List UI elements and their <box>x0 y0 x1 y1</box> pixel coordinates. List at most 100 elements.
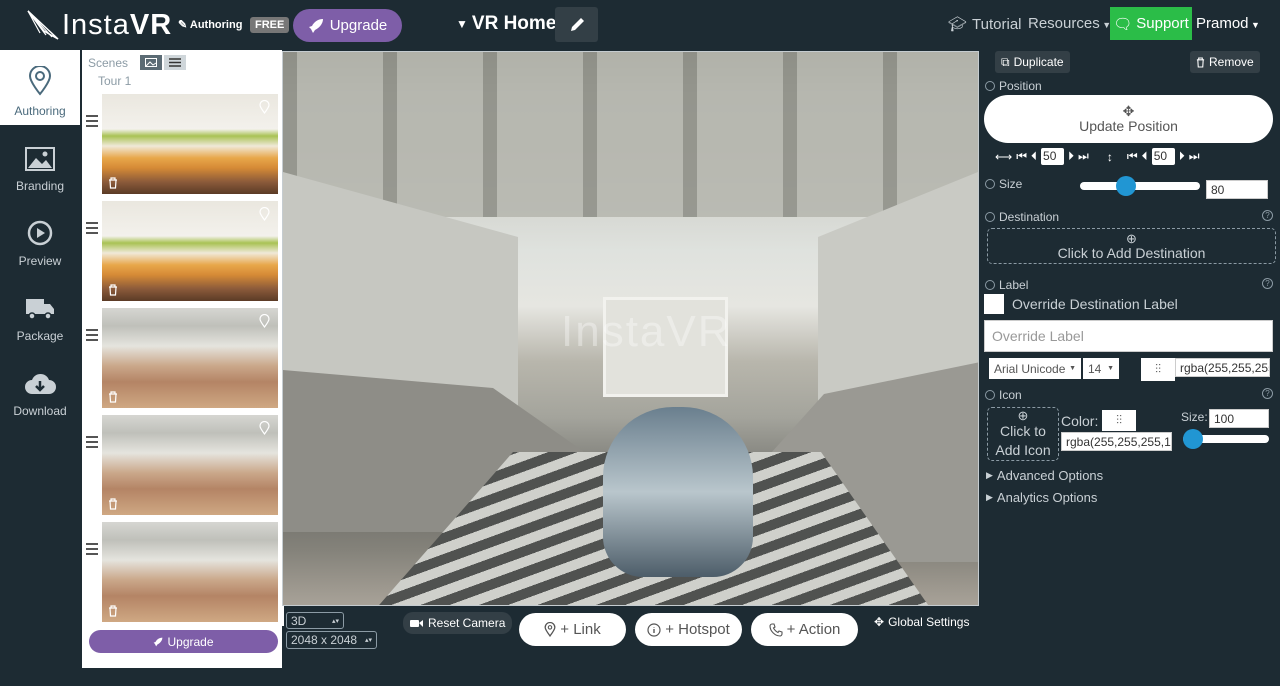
nav-branding[interactable]: Branding <box>0 125 80 200</box>
slider-knob[interactable] <box>1183 429 1203 449</box>
resolution-select[interactable]: 2048 x 2048 ▴▾ <box>286 631 377 649</box>
drag-handle-icon[interactable] <box>86 222 98 237</box>
icon-color-picker-button[interactable]: ⫶⫶ <box>1102 410 1136 431</box>
trash-icon[interactable] <box>108 498 118 510</box>
scene-item-active[interactable] <box>82 522 284 626</box>
position-section-label[interactable]: Position <box>985 79 1042 93</box>
scene-item[interactable] <box>82 415 284 519</box>
drag-handle-icon[interactable] <box>86 436 98 451</box>
drag-handle-icon[interactable] <box>86 115 98 130</box>
trash-icon[interactable] <box>108 177 118 189</box>
size-input[interactable]: 80 <box>1206 180 1268 199</box>
step-back-icon[interactable]: ⏴ <box>1031 149 1037 164</box>
caret-down-icon: ▼ <box>1107 365 1114 372</box>
scene-thumbnail[interactable] <box>102 201 278 301</box>
label-color-input[interactable]: rgba(255,255,255,1) <box>1175 358 1270 377</box>
image-icon <box>145 58 158 67</box>
font-family-select[interactable]: Arial Unicode ▼ <box>989 358 1081 379</box>
scene-item[interactable] <box>82 308 284 412</box>
sliders-icon: ⫶⫶ <box>1115 413 1122 427</box>
viewer-watermark: InstaVR <box>561 307 732 356</box>
override-label-input[interactable]: Override Label <box>984 320 1273 352</box>
remove-button[interactable]: Remove <box>1190 51 1260 73</box>
user-menu[interactable]: Pramod ▼ <box>1196 15 1260 32</box>
icon-section-label[interactable]: Icon <box>985 388 1022 402</box>
resources-menu[interactable]: Resources ▼ <box>1028 15 1111 32</box>
view-mode-select[interactable]: 3D ▴▾ <box>286 612 344 629</box>
slider-knob[interactable] <box>1116 176 1136 196</box>
move-arrows-icon: ✥ <box>874 615 885 629</box>
truck-icon <box>26 299 54 320</box>
duplicate-button[interactable]: ⧉ Duplicate <box>995 51 1070 73</box>
nav-package[interactable]: Package <box>0 275 80 350</box>
add-action-button[interactable]: + Action <box>751 613 858 646</box>
global-settings-button[interactable]: ✥ Global Settings <box>874 615 969 629</box>
map-pin-icon[interactable] <box>259 207 270 221</box>
nav-preview[interactable]: Preview <box>0 200 80 275</box>
project-selector[interactable]: ▼ VR Home <box>456 13 556 35</box>
logo-text: InstaVR <box>62 8 173 41</box>
grid-view-button[interactable] <box>140 55 163 70</box>
scene-item[interactable] <box>82 201 284 305</box>
advanced-options-toggle[interactable]: ▶ Advanced Options <box>986 468 1103 483</box>
nav-authoring[interactable]: Authoring <box>0 50 80 125</box>
panorama-viewer[interactable]: InstaVR <box>282 51 979 606</box>
check-circle-icon <box>985 179 995 189</box>
rocket-icon <box>154 637 163 646</box>
help-icon[interactable]: ? <box>1262 210 1273 221</box>
map-pin-icon <box>544 622 556 637</box>
plan-badge: FREE <box>250 17 290 33</box>
list-view-button[interactable] <box>164 55 187 70</box>
trash-icon[interactable] <box>108 605 118 617</box>
scene-thumbnail[interactable] <box>102 308 278 408</box>
analytics-options-toggle[interactable]: ▶ Analytics Options <box>986 490 1097 505</box>
label-color-picker-button[interactable]: ⫶⫶ <box>1141 358 1175 381</box>
add-destination-dropzone[interactable]: ⊕ Click to Add Destination <box>987 228 1276 264</box>
upgrade-button[interactable]: Upgrade <box>293 9 402 42</box>
map-pin-icon[interactable] <box>259 100 270 114</box>
icon-size-slider[interactable] <box>1183 429 1269 449</box>
step-back-icon[interactable]: ⏴ <box>1142 149 1148 164</box>
help-icon[interactable]: ? <box>1262 388 1273 399</box>
destination-section-label[interactable]: Destination <box>985 210 1059 224</box>
size-slider[interactable] <box>1080 176 1200 196</box>
add-hotspot-button[interactable]: + Hotspot <box>635 613 742 646</box>
scene-thumbnail[interactable] <box>102 522 278 622</box>
help-icon[interactable]: ? <box>1262 278 1273 289</box>
label-section-label[interactable]: Label <box>985 278 1028 292</box>
step-forward-icon[interactable]: ⏵ <box>1068 149 1074 164</box>
edit-project-button[interactable] <box>555 7 598 42</box>
horizontal-position-input[interactable]: 50 <box>1041 148 1065 165</box>
map-pin-icon[interactable] <box>259 421 270 435</box>
map-pin-icon[interactable] <box>259 314 270 328</box>
add-icon-dropzone[interactable]: ⊕ Click to Add Icon <box>987 407 1059 461</box>
font-size-select[interactable]: 14 ▼ <box>1083 358 1119 379</box>
vertical-position-input[interactable]: 50 <box>1151 148 1175 165</box>
instavr-logo[interactable]: InstaVR <box>26 9 172 41</box>
check-circle-icon <box>985 212 995 222</box>
reset-camera-button[interactable]: Reset Camera <box>403 612 513 634</box>
step-forward-icon[interactable]: ⏵ <box>1179 149 1185 164</box>
size-section-label[interactable]: Size <box>985 177 1022 191</box>
skip-first-icon[interactable]: ⏮ <box>1127 149 1138 164</box>
add-link-button[interactable]: + Link <box>519 613 626 646</box>
support-button[interactable]: 🗨︎ Support <box>1110 7 1192 40</box>
skip-last-icon[interactable]: ⏭ <box>1189 149 1200 164</box>
nav-download[interactable]: Download <box>0 350 80 425</box>
trash-icon[interactable] <box>108 284 118 296</box>
upgrade-sidebar-button[interactable]: Upgrade <box>89 630 278 653</box>
icon-color-input[interactable]: rgba(255,255,255,1) <box>1061 432 1172 451</box>
skip-first-icon[interactable]: ⏮ <box>1016 149 1027 164</box>
drag-handle-icon[interactable] <box>86 543 98 558</box>
scenes-header: Scenes <box>88 55 187 70</box>
trash-icon[interactable] <box>108 391 118 403</box>
tutorial-link[interactable]: 🎓︎ Tutorial <box>948 15 1022 34</box>
scene-item[interactable] <box>82 94 284 198</box>
override-label-checkbox[interactable] <box>984 294 1004 314</box>
scene-thumbnail[interactable] <box>102 415 278 515</box>
drag-handle-icon[interactable] <box>86 329 98 344</box>
icon-size-input[interactable]: 100 <box>1209 409 1269 428</box>
update-position-button[interactable]: ✥ Update Position <box>984 95 1273 143</box>
skip-last-icon[interactable]: ⏭ <box>1078 149 1089 164</box>
scene-thumbnail[interactable] <box>102 94 278 194</box>
